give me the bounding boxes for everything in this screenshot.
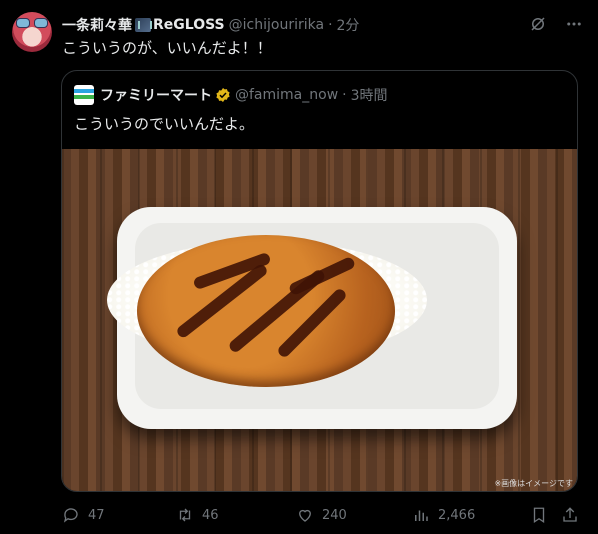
tweet-header-actions bbox=[528, 14, 584, 34]
quote-author-name[interactable]: ファミリーマート bbox=[100, 85, 212, 105]
tweet-text: こういうのが、いいんだよ！！ bbox=[62, 39, 272, 57]
reply-button[interactable]: 47 bbox=[62, 506, 105, 524]
author-handle[interactable]: @ichijouririka bbox=[229, 17, 324, 33]
quoted-tweet[interactable]: ファミリーマート @famima_now · 3時間 こういうのでいいんだよ。 … bbox=[61, 70, 578, 492]
quote-separator: · bbox=[342, 87, 347, 103]
author-name-suffix[interactable]: ReGLOSS bbox=[153, 17, 225, 33]
menchi-katsu bbox=[137, 235, 395, 387]
verified-badge-icon bbox=[215, 87, 231, 103]
retweet-count: 46 bbox=[202, 507, 219, 523]
bookmark-button[interactable] bbox=[530, 506, 548, 524]
grok-icon[interactable] bbox=[528, 14, 548, 34]
views-button[interactable]: 2,466 bbox=[412, 506, 475, 524]
quote-header: ファミリーマート @famima_now · 3時間 bbox=[74, 85, 388, 105]
quote-time[interactable]: 3時間 bbox=[351, 85, 388, 105]
flag-emoji-icon bbox=[135, 18, 152, 32]
like-icon bbox=[299, 509, 311, 522]
author-name[interactable]: 一条莉々華 bbox=[62, 15, 132, 35]
retweet-icon bbox=[179, 508, 191, 522]
bookmark-icon bbox=[533, 507, 545, 524]
share-button[interactable] bbox=[561, 506, 579, 524]
quote-text: こういうのでいいんだよ。 bbox=[74, 115, 255, 133]
tweet-header: 一条莉々華 ReGLOSS @ichijouririka · 2分 bbox=[62, 15, 359, 35]
like-button[interactable]: 240 bbox=[296, 506, 347, 524]
quote-author-handle[interactable]: @famima_now bbox=[235, 87, 338, 103]
sauce-streak bbox=[287, 255, 357, 297]
tweet-actions: 47 46 240 2,466 bbox=[0, 498, 598, 534]
reply-count: 47 bbox=[88, 507, 105, 523]
views-icon bbox=[415, 510, 428, 521]
like-count: 240 bbox=[322, 507, 347, 523]
share-icon bbox=[563, 507, 577, 522]
tweet-time[interactable]: 2分 bbox=[337, 15, 360, 35]
logo-stripe-green bbox=[74, 95, 94, 99]
retweet-button[interactable]: 46 bbox=[176, 506, 219, 524]
avatar-goggle-right bbox=[34, 18, 48, 28]
views-count: 2,466 bbox=[438, 507, 476, 523]
avatar-goggle-left bbox=[16, 18, 30, 28]
logo-stripe-blue bbox=[74, 89, 94, 93]
more-icon[interactable] bbox=[564, 14, 584, 34]
quote-image[interactable]: ※画像はイメージです bbox=[62, 149, 577, 491]
quote-author-avatar[interactable] bbox=[74, 85, 94, 105]
author-avatar[interactable] bbox=[12, 12, 52, 52]
header-separator: · bbox=[328, 17, 333, 33]
reply-icon bbox=[63, 508, 78, 523]
image-note: ※画像はイメージです bbox=[494, 479, 573, 488]
